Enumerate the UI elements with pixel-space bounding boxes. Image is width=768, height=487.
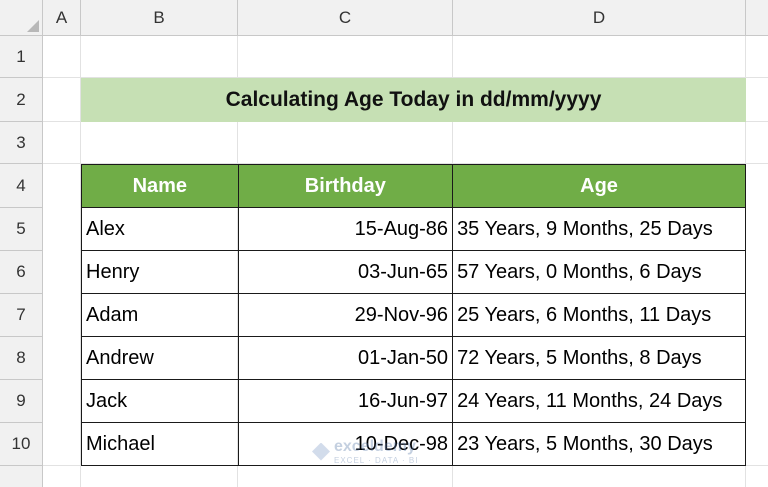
row-header-8[interactable]: 8 <box>0 337 43 380</box>
sheet-title[interactable]: Calculating Age Today in dd/mm/yyyy <box>81 78 746 122</box>
column-header-e-partial[interactable] <box>746 0 768 36</box>
row-header-2[interactable]: 2 <box>0 78 43 122</box>
cell-age[interactable]: 23 Years, 5 Months, 30 Days <box>452 422 746 466</box>
row-header-9[interactable]: 9 <box>0 380 43 423</box>
cell-birthday[interactable]: 15-Aug-86 <box>237 207 454 251</box>
column-header-a[interactable]: A <box>43 0 81 36</box>
watermark-tagline: EXCEL · DATA · BI <box>334 456 419 465</box>
age-table: Name Birthday Age Alex 15-Aug-86 35 Year… <box>81 164 746 466</box>
cell-age[interactable]: 57 Years, 0 Months, 6 Days <box>452 250 746 294</box>
table-row: Andrew 01-Jan-50 72 Years, 5 Months, 8 D… <box>81 336 746 380</box>
table-header-row: Name Birthday Age <box>81 164 746 208</box>
watermark: exceldemy EXCEL · DATA · BI <box>312 438 418 465</box>
cell-birthday[interactable]: 29-Nov-96 <box>237 293 454 337</box>
cell-name[interactable]: Andrew <box>81 336 239 380</box>
row-header-5[interactable]: 5 <box>0 208 43 251</box>
cell-name[interactable]: Alex <box>81 207 239 251</box>
cell-birthday[interactable]: 03-Jun-65 <box>237 250 454 294</box>
select-all-triangle-icon <box>27 20 39 32</box>
watermark-brand: exceldemy <box>334 438 416 455</box>
cell-name[interactable]: Michael <box>81 422 239 466</box>
column-header-b[interactable]: B <box>81 0 238 36</box>
table-row: Alex 15-Aug-86 35 Years, 9 Months, 25 Da… <box>81 207 746 251</box>
cell-age[interactable]: 72 Years, 5 Months, 8 Days <box>452 336 746 380</box>
row-header-11-partial[interactable] <box>0 466 43 487</box>
cell-name[interactable]: Jack <box>81 379 239 423</box>
column-header-c[interactable]: C <box>238 0 453 36</box>
table-row: Adam 29-Nov-96 25 Years, 6 Months, 11 Da… <box>81 293 746 337</box>
row-header-4[interactable]: 4 <box>0 164 43 208</box>
table-row: Henry 03-Jun-65 57 Years, 0 Months, 6 Da… <box>81 250 746 294</box>
table-row: Jack 16-Jun-97 24 Years, 11 Months, 24 D… <box>81 379 746 423</box>
exceldemy-logo-icon <box>312 442 330 461</box>
cell-birthday[interactable]: 01-Jan-50 <box>237 336 454 380</box>
cell-age[interactable]: 35 Years, 9 Months, 25 Days <box>452 207 746 251</box>
cell-age[interactable]: 24 Years, 11 Months, 24 Days <box>452 379 746 423</box>
cell-name[interactable]: Adam <box>81 293 239 337</box>
cell-birthday[interactable]: 16-Jun-97 <box>237 379 454 423</box>
column-header-d[interactable]: D <box>453 0 746 36</box>
row-header-7[interactable]: 7 <box>0 294 43 337</box>
select-all-corner[interactable] <box>0 0 43 36</box>
row-header-1[interactable]: 1 <box>0 36 43 78</box>
header-age[interactable]: Age <box>452 164 746 208</box>
header-name[interactable]: Name <box>81 164 239 208</box>
row-header-6[interactable]: 6 <box>0 251 43 294</box>
header-birthday[interactable]: Birthday <box>237 164 454 208</box>
cell-age[interactable]: 25 Years, 6 Months, 11 Days <box>452 293 746 337</box>
cell-name[interactable]: Henry <box>81 250 239 294</box>
row-header-3[interactable]: 3 <box>0 122 43 164</box>
row-header-10[interactable]: 10 <box>0 423 43 466</box>
